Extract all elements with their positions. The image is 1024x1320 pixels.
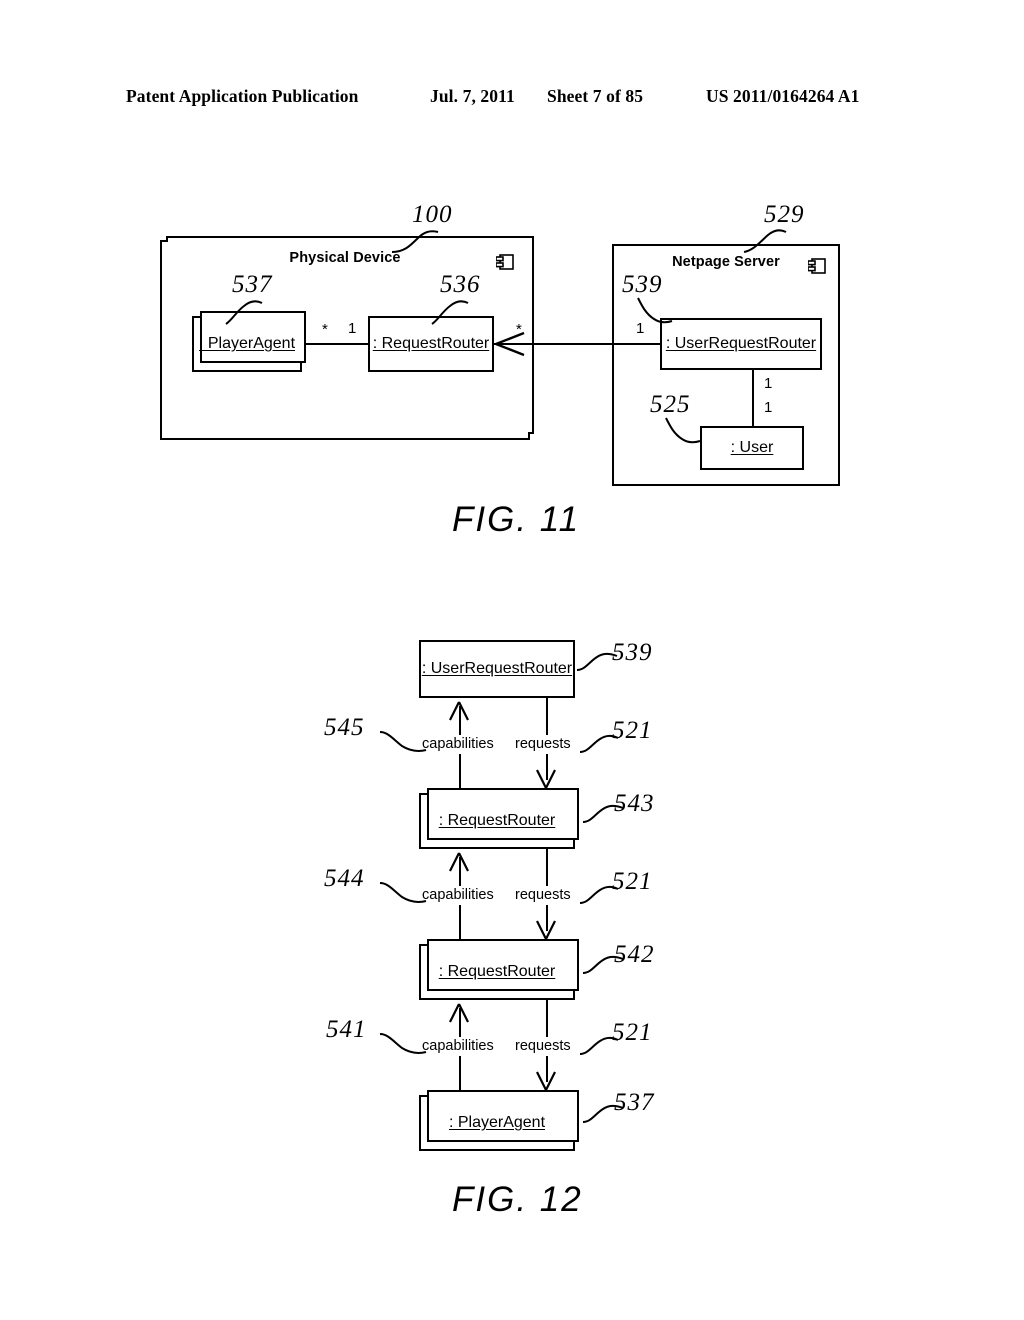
leader-line-544 [379,882,427,903]
ref-numeral-545: 545 [324,714,365,741]
multiplicity-star-requestrouter-right: * [516,321,522,338]
multiplicity-one-user-top: 1 [764,399,773,416]
object-label-user: : User [730,439,774,456]
object-label-user-request-router: : UserRequestRouter [665,335,817,352]
flow-label-requests-521-b: requests [512,886,574,905]
object-user-525[interactable]: : User [700,426,804,470]
leader-line-536 [431,300,469,325]
object-label-player-agent: : PlayerAgent [198,335,296,352]
object-player-agent-537-fig12[interactable]: : PlayerAgent [419,1090,579,1151]
ref-numeral-529: 529 [764,201,805,228]
arrow-head-to-request-router [495,331,525,357]
object-label-request-router: : RequestRouter [438,963,556,980]
association-userrequestrouter-user [752,370,754,426]
arrow-head-requests-521-b [536,920,556,940]
ref-numeral-537: 537 [232,271,273,298]
flow-label-capabilities-545: capabilities [419,735,497,754]
object-label-user-request-router: : UserRequestRouter [421,660,573,677]
ref-numeral-537-fig12: 537 [614,1089,655,1116]
object-user-request-router-539-fig12[interactable]: : UserRequestRouter [419,640,575,698]
figure-12: : UserRequestRouter 539 capabilities 545… [0,0,1024,1320]
leader-line-521-b [579,885,619,904]
object-label-request-router: : RequestRouter [438,812,556,829]
ref-numeral-536: 536 [440,271,481,298]
ref-numeral-100: 100 [412,201,453,228]
arrow-head-requests-521-c [536,1071,556,1091]
ref-numeral-544: 544 [324,865,365,892]
ref-numeral-543: 543 [614,790,655,817]
figure-caption-12: FIG. 12 [452,1180,583,1219]
object-request-router-543[interactable]: : RequestRouter [419,788,579,849]
leader-line-539 [637,297,673,324]
ref-numeral-539-fig12: 539 [612,639,653,666]
leader-line-100 [391,230,439,253]
multiplicity-one-requestrouter: 1 [348,320,357,337]
object-label-player-agent: : PlayerAgent [448,1114,546,1131]
leader-line-525 [665,417,701,444]
ref-numeral-542: 542 [614,941,655,968]
leader-line-537 [225,300,263,325]
leader-line-521-c [579,1036,619,1055]
leader-line-529 [743,229,787,253]
arrow-head-capabilities-545 [449,701,469,721]
object-label-request-router: : RequestRouter [372,335,490,352]
leader-line-521-a [579,734,619,753]
leader-line-545 [379,731,427,752]
arrow-head-requests-521-a [536,769,556,789]
ref-numeral-525: 525 [650,391,691,418]
multiplicity-star-playeragent: * [322,321,328,338]
association-playeragent-requestrouter [300,343,372,345]
object-request-router-542[interactable]: : RequestRouter [419,939,579,1000]
arrow-head-capabilities-544 [449,852,469,872]
leader-line-541 [379,1033,427,1054]
multiplicity-one-userrequestrouter-bottom: 1 [764,375,773,392]
flow-label-requests-521-c: requests [512,1037,574,1056]
arrow-head-capabilities-541 [449,1003,469,1023]
ref-numeral-539: 539 [622,271,663,298]
flow-label-capabilities-544: capabilities [419,886,497,905]
flow-label-capabilities-541: capabilities [419,1037,497,1056]
flow-label-requests-521-a: requests [512,735,574,754]
ref-numeral-541: 541 [326,1016,367,1043]
